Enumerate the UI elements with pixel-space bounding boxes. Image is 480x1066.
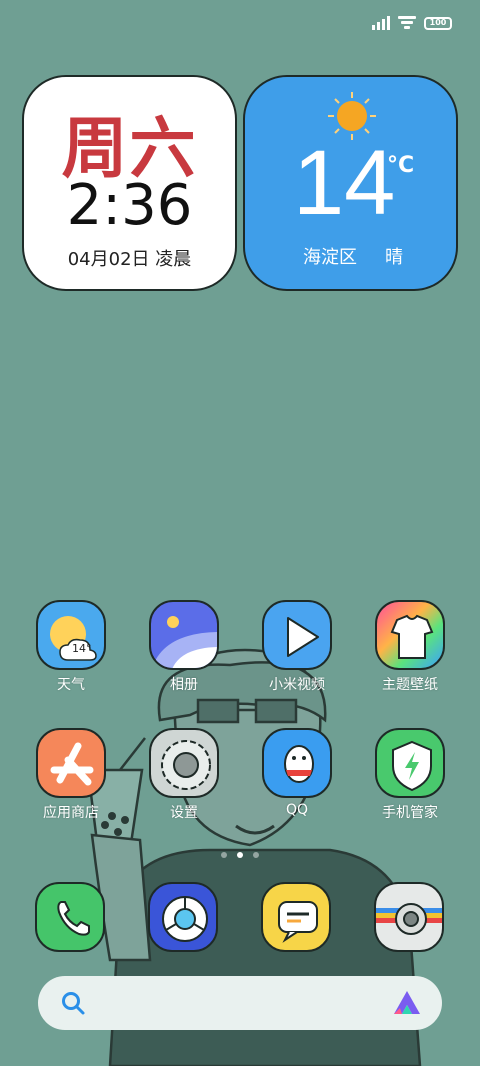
weather-widget[interactable]: 14 °C 海淀区 晴 [243,75,458,291]
app-label: 相册 [170,677,198,693]
search-bar[interactable] [38,976,442,1030]
themes-icon [375,600,445,670]
page-dot-active[interactable] [237,852,243,858]
app-label: 天气 [57,677,85,693]
app-label: 设置 [170,805,198,821]
app-store-icon [36,728,106,798]
page-indicator [0,852,480,858]
app-label: 应用商店 [43,805,99,821]
app-label: 小米视频 [269,677,325,693]
wifi-icon [398,16,416,29]
dock-messages[interactable] [261,882,331,952]
weather-condition: 晴 [385,247,403,268]
page-dot[interactable] [253,852,259,858]
app-mi-video[interactable]: 小米视频 [251,600,343,694]
clock-date: 04月02日 凌晨 [67,249,192,270]
signal-icon [372,16,390,30]
weather-app-icon: 14° [36,600,106,670]
gear-icon [149,728,219,798]
page-dot[interactable] [221,852,227,858]
app-qq[interactable]: QQ [251,728,343,818]
app-weather[interactable]: 14° 天气 [25,600,117,694]
browser-icon [148,882,218,952]
weather-location: 海淀区 [303,247,357,268]
app-store[interactable]: 应用商店 [25,728,117,822]
play-icon [262,600,332,670]
message-icon [261,882,331,952]
app-settings[interactable]: 设置 [138,728,230,822]
temperature-unit: °C [387,153,415,178]
app-label: 手机管家 [382,805,438,821]
temperature: 14 [293,132,396,234]
dock-browser[interactable] [148,882,218,952]
dock-phone[interactable] [35,882,105,952]
app-label: 主题壁纸 [382,677,438,693]
phone-icon [35,882,105,952]
dock-camera[interactable] [374,882,444,952]
weather-app-badge: 14° [72,642,92,655]
clock-time: 2:36 [66,173,193,238]
app-themes[interactable]: 主题壁纸 [364,600,456,694]
app-gallery[interactable]: 相册 [138,600,230,694]
search-icon [62,992,85,1015]
qq-penguin-icon [262,728,332,798]
app-security[interactable]: 手机管家 [364,728,456,822]
shield-icon [375,728,445,798]
battery-icon: 100 [424,16,452,30]
battery-level: 100 [429,18,447,27]
app-label: QQ [285,802,309,818]
clock-widget[interactable]: 周六 2:36 04月02日 凌晨 [22,75,237,291]
camera-icon [374,882,444,952]
status-bar: 100 [372,12,452,34]
gallery-icon [149,600,219,670]
assistant-icon[interactable] [392,990,422,1016]
